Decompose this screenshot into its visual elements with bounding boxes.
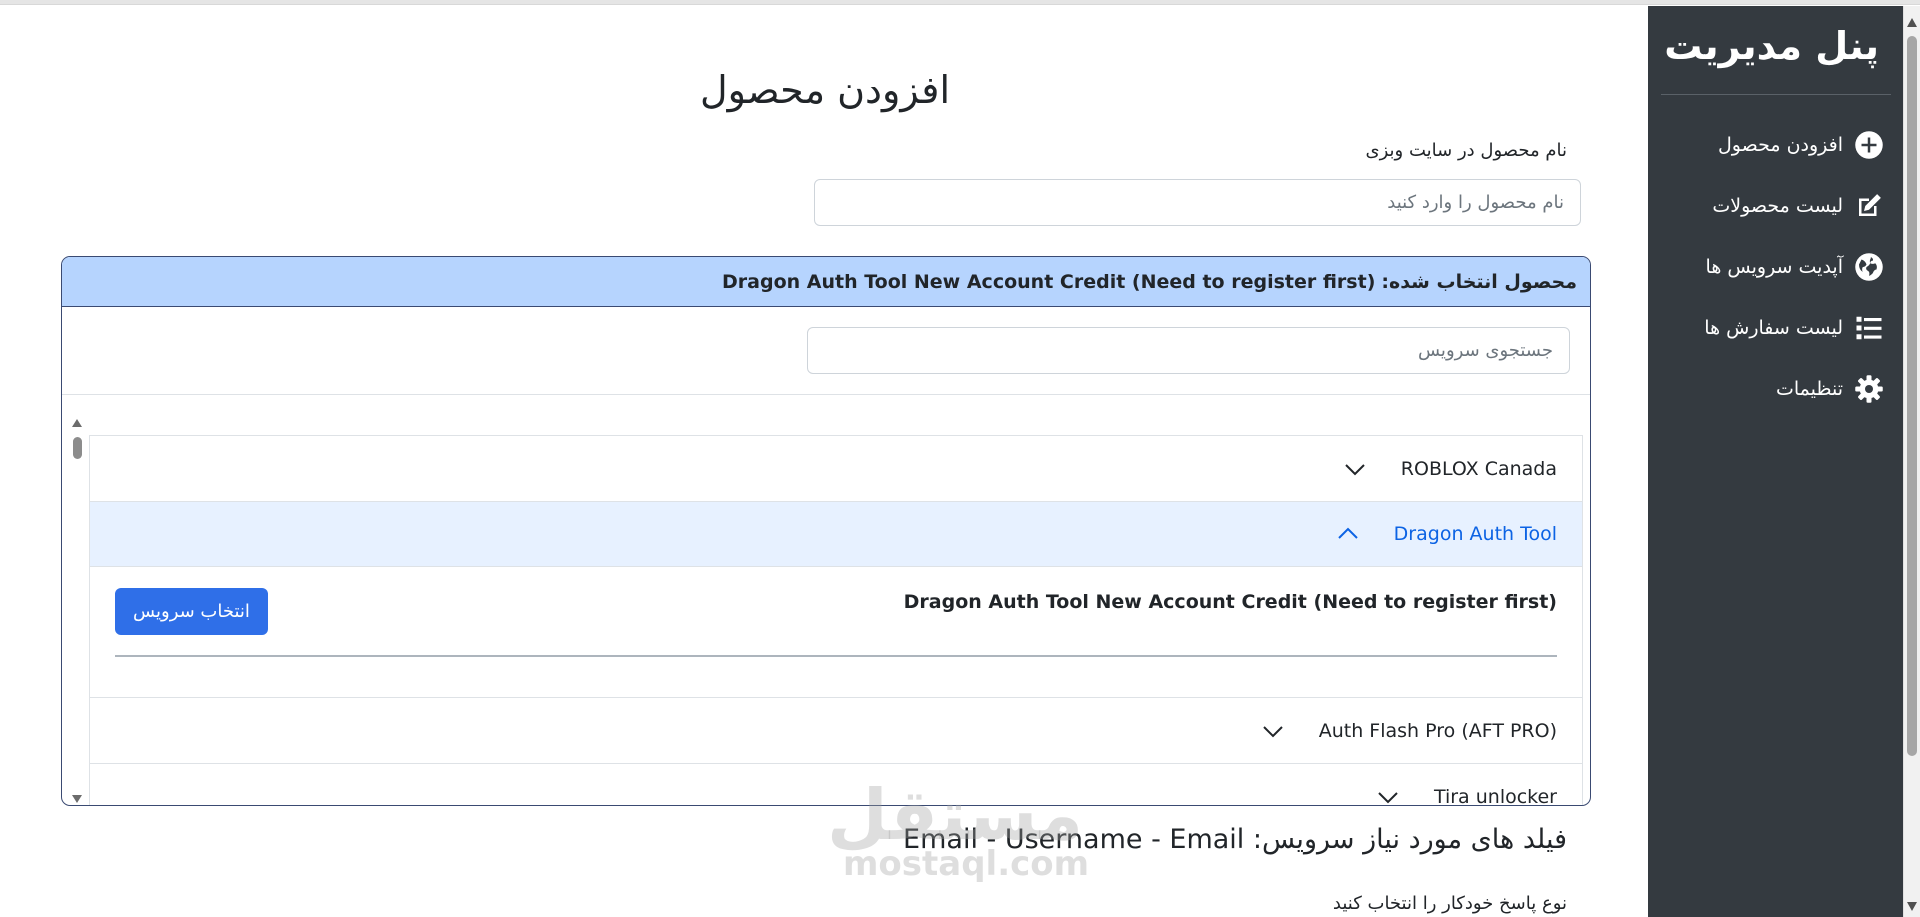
accordion-header-roblox-canada[interactable]: ROBLOX Canada: [90, 436, 1582, 501]
selected-product-value: Dragon Auth Tool New Account Credit (Nee…: [722, 270, 1376, 293]
sidebar-item-settings[interactable]: تنظیمات: [1665, 358, 1885, 419]
scrollbar-thumb[interactable]: [1907, 36, 1917, 756]
selected-product-prefix: محصول انتخاب شده:: [1381, 270, 1577, 293]
sidebar-item-label: لیست سفارش ها: [1704, 316, 1843, 339]
accordion-item: Tira unlocker: [90, 764, 1582, 806]
sidebar-item-update-services[interactable]: آپدیت سرویس ها: [1665, 236, 1885, 297]
edit-icon: [1853, 190, 1885, 222]
service-list-area: ROBLOX Canada Dragon Auth Tool Dragon Au…: [62, 415, 1590, 806]
service-accordion: ROBLOX Canada Dragon Auth Tool Dragon Au…: [89, 435, 1583, 806]
service-option-name: Dragon Auth Tool New Account Credit (Nee…: [903, 591, 1557, 613]
accordion-label: Dragon Auth Tool: [1393, 523, 1557, 545]
accordion-item: Auth Flash Pro (AFT PRO): [90, 698, 1582, 764]
accordion-body: Dragon Auth Tool New Account Credit (Nee…: [90, 567, 1582, 697]
accordion-label: ROBLOX Canada: [1400, 457, 1557, 480]
accordion-header-dragon-auth-tool[interactable]: Dragon Auth Tool: [90, 502, 1582, 567]
browser-top-border: [0, 0, 1920, 5]
globe-icon: [1853, 251, 1885, 283]
scroll-up-arrow-icon[interactable]: [1907, 18, 1917, 27]
required-fields-value: Email - Username - Email: [903, 824, 1245, 855]
scroll-down-arrow-icon[interactable]: [1907, 902, 1917, 911]
sidebar-item-label: تنظیمات: [1775, 377, 1843, 400]
select-service-button[interactable]: انتخاب سرویس: [115, 588, 268, 635]
sidebar-item-product-list[interactable]: لیست محصولات: [1665, 175, 1885, 236]
scroll-down-arrow-icon[interactable]: [72, 795, 82, 803]
service-search-input[interactable]: [807, 327, 1570, 374]
plus-circle-icon: [1853, 129, 1885, 161]
service-list-scrollbar[interactable]: [70, 415, 85, 805]
selected-product-header: محصول انتخاب شده: Dragon Auth Tool New A…: [62, 257, 1590, 307]
scroll-up-arrow-icon[interactable]: [72, 419, 82, 427]
chevron-up-icon: [1336, 522, 1360, 546]
accordion-header-tira-unlocker[interactable]: Tira unlocker: [90, 764, 1582, 806]
chevron-down-icon: [1343, 457, 1367, 481]
page-title: افزودن محصول: [699, 68, 951, 112]
sidebar-divider: [1661, 94, 1891, 95]
accordion-header-auth-flash-pro[interactable]: Auth Flash Pro (AFT PRO): [90, 698, 1582, 763]
sidebar-title: پنل مدیریت: [1664, 24, 1879, 68]
accordion-label: Auth Flash Pro (AFT PRO): [1318, 719, 1557, 742]
sidebar-item-add-product[interactable]: افزودن محصول: [1665, 114, 1885, 175]
sidebar-item-order-list[interactable]: لیست سفارش ها: [1665, 297, 1885, 358]
accordion-label: Tira unlocker: [1433, 785, 1557, 806]
accordion-item: ROBLOX Canada: [90, 436, 1582, 502]
sidebar-item-label: آپدیت سرویس ها: [1705, 255, 1843, 278]
service-divider: [115, 655, 1557, 657]
chevron-down-icon: [1261, 719, 1285, 743]
page-scrollbar[interactable]: [1903, 6, 1920, 917]
autoreply-type-label: نوع پاسخ خودکار را انتخاب کنید: [1332, 893, 1567, 914]
scrollbar-thumb[interactable]: [73, 437, 82, 459]
accordion-item: Dragon Auth Tool Dragon Auth Tool New Ac…: [90, 502, 1582, 698]
product-name-input[interactable]: [814, 179, 1581, 226]
sidebar-item-label: لیست محصولات: [1712, 194, 1843, 217]
list-icon: [1853, 312, 1885, 344]
required-fields-line: فیلد های مورد نیاز سرویس: Email - Userna…: [903, 824, 1567, 855]
chevron-down-icon: [1376, 785, 1400, 806]
sidebar-item-label: افزودن محصول: [1717, 133, 1843, 156]
required-fields-prefix: فیلد های مورد نیاز سرویس:: [1252, 824, 1567, 855]
admin-sidebar: پنل مدیریت افزودن محصول لیست محصولات آپد…: [1648, 6, 1903, 917]
sidebar-nav: افزودن محصول لیست محصولات آپدیت سرویس ها…: [1665, 114, 1885, 419]
service-search-row: [62, 307, 1590, 395]
service-picker-card: محصول انتخاب شده: Dragon Auth Tool New A…: [61, 256, 1591, 806]
product-name-label: نام محصول در سایت وبزی: [1365, 140, 1567, 161]
gear-icon: [1853, 373, 1885, 405]
